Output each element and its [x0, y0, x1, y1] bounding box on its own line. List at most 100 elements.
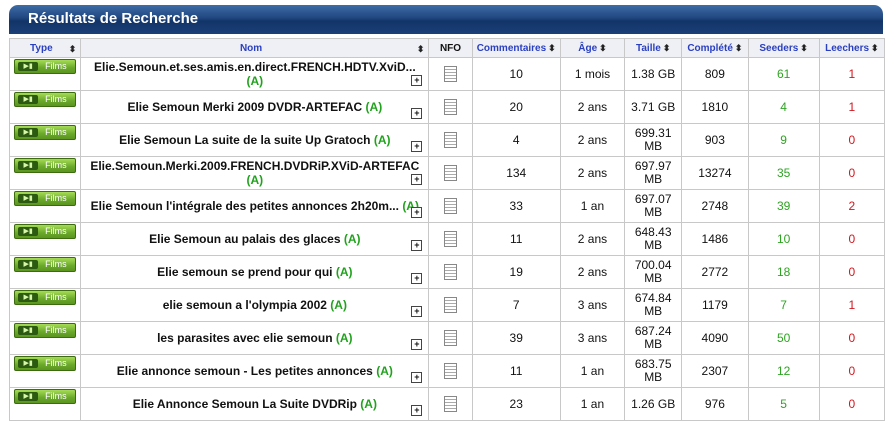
sort-arrows-icon[interactable]: ⬍: [599, 43, 607, 53]
table-row: ▶▮ Films Elie Semoun au palais des glace…: [8, 222, 886, 256]
type-cell: ▶▮ Films: [8, 288, 82, 322]
film-reel-icon: ▶▮: [18, 128, 39, 137]
document-icon[interactable]: [443, 363, 457, 379]
plus-box-icon[interactable]: +: [411, 240, 423, 251]
torrent-name-link[interactable]: les parasites avec elie semoun: [157, 331, 332, 345]
type-cell: ▶▮ Films: [8, 354, 82, 388]
age-value: 3 ans: [559, 321, 626, 355]
document-icon[interactable]: [443, 231, 457, 247]
category-films-button[interactable]: ▶▮ Films: [14, 59, 77, 74]
column-header-comments[interactable]: Commentaires ⬍: [471, 38, 561, 58]
comments-count: 7: [471, 288, 561, 322]
film-reel-icon: ▶▮: [18, 227, 39, 236]
comments-count: 19: [471, 255, 561, 289]
name-cell: Elie semoun se prend pour qui (A) +: [80, 255, 430, 289]
document-icon[interactable]: [443, 330, 457, 346]
column-comments-label: Commentaires: [476, 42, 547, 54]
table-row: ▶▮ Films Elie Semoun Merki 2009 DVDR-ART…: [8, 90, 886, 124]
plus-box-icon[interactable]: +: [411, 141, 423, 152]
document-icon[interactable]: [443, 132, 457, 148]
column-header-size[interactable]: Taille ⬍: [624, 38, 683, 58]
category-films-button[interactable]: ▶▮ Films: [14, 92, 77, 107]
torrent-name-link[interactable]: Elie Semoun au palais des glaces: [149, 232, 340, 246]
comments-count: 20: [471, 90, 561, 124]
torrent-name-link[interactable]: Elie Semoun Merki 2009 DVDR-ARTEFAC: [127, 100, 362, 114]
name-cell: Elie Semoun Merki 2009 DVDR-ARTEFAC (A) …: [80, 90, 430, 124]
torrent-name-link[interactable]: Elie annonce semoun - Les petites annonc…: [117, 364, 373, 378]
document-icon[interactable]: [443, 264, 457, 280]
table-row: ▶▮ Films Elie.Semoun.Merki.2009.FRENCH.D…: [8, 156, 886, 190]
sort-arrows-icon[interactable]: ⬍: [800, 43, 808, 53]
size-value: 700.04 MB: [624, 255, 683, 289]
sort-arrows-icon[interactable]: ⬍: [871, 43, 879, 53]
category-films-button[interactable]: ▶▮ Films: [14, 290, 77, 305]
category-label: Films: [45, 94, 67, 104]
flag-label: (A): [246, 173, 264, 187]
torrent-name-link[interactable]: Elie Semoun La suite de la suite Up Grat…: [119, 133, 370, 147]
column-header-seeders[interactable]: Seeders ⬍: [747, 38, 820, 58]
category-films-button[interactable]: ▶▮ Films: [14, 158, 77, 173]
seeders-count: 35: [747, 156, 820, 190]
page-title: Résultats de Recherche: [28, 10, 199, 27]
document-icon[interactable]: [443, 198, 457, 214]
plus-box-icon[interactable]: +: [411, 405, 423, 416]
name-cell: Elie Semoun au palais des glaces (A) +: [80, 222, 430, 256]
plus-box-icon[interactable]: +: [411, 273, 423, 284]
age-value: 2 ans: [559, 123, 626, 157]
completed-count: 976: [681, 387, 749, 421]
type-cell: ▶▮ Films: [8, 90, 82, 124]
sort-arrows-icon[interactable]: ⬍: [69, 44, 77, 54]
document-icon[interactable]: [443, 99, 457, 115]
column-header-leechers[interactable]: Leechers ⬍: [818, 38, 886, 58]
column-header-age[interactable]: Âge ⬍: [559, 38, 626, 58]
document-icon[interactable]: [443, 165, 457, 181]
size-value: 648.43 MB: [624, 222, 683, 256]
type-cell: ▶▮ Films: [8, 222, 82, 256]
column-header-type[interactable]: Type ⬍: [8, 38, 82, 58]
sort-arrows-icon[interactable]: ⬍: [663, 43, 671, 53]
column-header-name[interactable]: Nom ⬍: [80, 38, 430, 58]
category-films-button[interactable]: ▶▮ Films: [14, 224, 77, 239]
column-header-completed[interactable]: Complété ⬍: [681, 38, 749, 58]
document-icon[interactable]: [443, 297, 457, 313]
table-row: ▶▮ Films Elie Semoun La suite de la suit…: [8, 123, 886, 157]
plus-box-icon[interactable]: +: [411, 339, 423, 350]
category-films-button[interactable]: ▶▮ Films: [14, 356, 77, 371]
table-row: ▶▮ Films Elie.Semoun.et.ses.amis.en.dire…: [8, 57, 886, 91]
nfo-cell: [428, 90, 473, 124]
plus-box-icon[interactable]: +: [411, 306, 423, 317]
column-leechers-label: Leechers: [825, 42, 870, 54]
category-films-button[interactable]: ▶▮ Films: [14, 191, 77, 206]
plus-box-icon[interactable]: +: [411, 174, 423, 185]
plus-box-icon[interactable]: +: [411, 207, 423, 218]
category-films-button[interactable]: ▶▮ Films: [14, 257, 77, 272]
completed-count: 1179: [681, 288, 749, 322]
torrent-name-link[interactable]: Elie.Semoun.et.ses.amis.en.direct.FRENCH…: [94, 60, 416, 74]
nfo-cell: [428, 123, 473, 157]
completed-count: 4090: [681, 321, 749, 355]
document-icon[interactable]: [443, 396, 457, 412]
torrent-name-link[interactable]: Elie Annonce Semoun La Suite DVDRip: [133, 397, 357, 411]
category-films-button[interactable]: ▶▮ Films: [14, 389, 77, 404]
torrent-name-link[interactable]: Elie.Semoun.Merki.2009.FRENCH.DVDRiP.XVi…: [90, 159, 419, 173]
category-films-button[interactable]: ▶▮ Films: [14, 323, 77, 338]
sort-arrows-icon[interactable]: ⬍: [417, 44, 425, 54]
flag-label: (A): [365, 100, 383, 114]
category-films-button[interactable]: ▶▮ Films: [14, 125, 77, 140]
type-cell: ▶▮ Films: [8, 57, 82, 91]
name-cell: Elie Semoun l'intégrale des petites anno…: [80, 189, 430, 223]
plus-box-icon[interactable]: +: [411, 108, 423, 119]
plus-box-icon[interactable]: +: [411, 372, 423, 383]
plus-box-icon[interactable]: +: [411, 75, 423, 86]
flag-label: (A): [246, 74, 264, 88]
sort-arrows-icon[interactable]: ⬍: [548, 43, 556, 53]
torrent-name-link[interactable]: Elie semoun se prend pour qui: [157, 265, 332, 279]
size-value: 683.75 MB: [624, 354, 683, 388]
torrent-name-link[interactable]: elie semoun a l'olympia 2002: [163, 298, 327, 312]
nfo-cell: [428, 57, 473, 91]
document-icon[interactable]: [443, 66, 457, 82]
torrent-name-link[interactable]: Elie Semoun l'intégrale des petites anno…: [91, 199, 399, 213]
comments-count: 33: [471, 189, 561, 223]
sort-arrows-icon[interactable]: ⬍: [735, 43, 743, 53]
table-row: ▶▮ Films Elie annonce semoun - Les petit…: [8, 354, 886, 388]
